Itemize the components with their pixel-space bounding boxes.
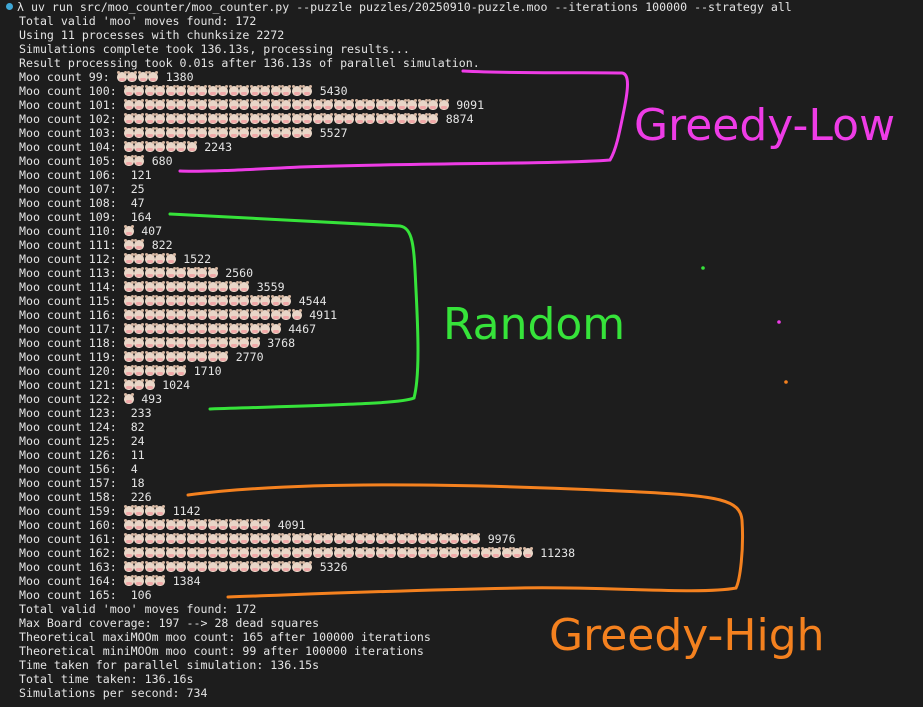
stray-dot-orange bbox=[784, 380, 788, 384]
random-bracket bbox=[168, 212, 420, 411]
greedy-high-annotation: Greedy-High bbox=[549, 610, 825, 661]
stray-dot-green bbox=[701, 266, 705, 270]
greedy-low-bracket bbox=[178, 69, 629, 173]
stray-dot-magenta bbox=[777, 320, 781, 324]
greedy-high-bracket bbox=[186, 483, 745, 599]
random-annotation: Random bbox=[443, 299, 626, 350]
greedy-low-annotation: Greedy-Low bbox=[634, 100, 896, 151]
